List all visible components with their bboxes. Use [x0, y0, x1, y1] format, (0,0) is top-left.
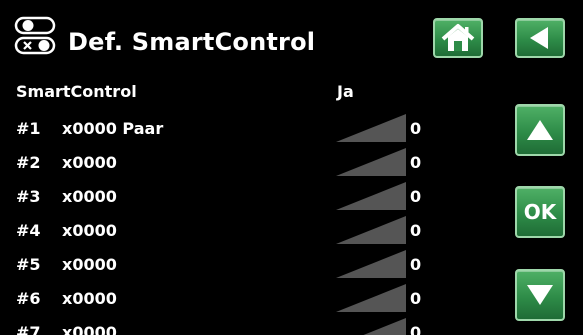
list-item[interactable]: #3 x0000 0 [0, 181, 500, 211]
down-arrow-icon [527, 285, 553, 305]
up-button[interactable] [515, 104, 565, 156]
list-item-number: #2 [16, 153, 41, 172]
home-icon [441, 24, 475, 51]
list-item-address: x0000 [62, 221, 117, 240]
list-item[interactable]: #5 x0000 0 [0, 249, 500, 279]
home-button[interactable] [433, 18, 483, 58]
list-item-address: x0000 [62, 323, 117, 335]
page-title: Def. SmartControl [68, 28, 316, 56]
list-item-number: #4 [16, 221, 41, 240]
back-arrow-icon [530, 27, 548, 49]
signal-ramp-icon [336, 114, 406, 142]
list-item[interactable]: #4 x0000 0 [0, 215, 500, 245]
screen: Def. SmartControl OK SmartControl Ja #1 x… [0, 0, 583, 335]
up-arrow-icon [527, 120, 553, 140]
signal-ramp-icon [336, 250, 406, 278]
back-button[interactable] [515, 18, 565, 58]
down-button[interactable] [515, 269, 565, 321]
list-item-address: x0000 [62, 289, 117, 308]
list-item[interactable]: #1 x0000 Paar 0 [0, 113, 500, 143]
list-item-address: x0000 Paar [62, 119, 164, 138]
list-item-value: 0 [410, 119, 422, 138]
signal-ramp-icon [336, 182, 406, 210]
list-item-address: x0000 [62, 187, 117, 206]
signal-ramp-icon [336, 284, 406, 312]
signal-ramp-icon [336, 148, 406, 176]
list-item-value: 0 [410, 187, 422, 206]
ok-button[interactable]: OK [515, 186, 565, 238]
list-item-value: 0 [410, 153, 422, 172]
list-item-address: x0000 [62, 255, 117, 274]
signal-ramp-icon [363, 318, 406, 335]
list-item-value: 0 [410, 255, 422, 274]
list-item-number: #3 [16, 187, 41, 206]
list-item-number: #1 [16, 119, 41, 138]
signal-ramp-icon [336, 216, 406, 244]
column-header-label: SmartControl [16, 82, 137, 101]
list-item-value: 0 [410, 221, 422, 240]
column-header-value: Ja [337, 82, 354, 101]
list-item-address: x0000 [62, 153, 117, 172]
list-item-value: 0 [410, 289, 422, 308]
list-item-number: #5 [16, 255, 41, 274]
list-item[interactable]: #7 x0000 0 [0, 317, 500, 335]
list-item-value: 0 [410, 323, 422, 335]
list-item[interactable]: #6 x0000 0 [0, 283, 500, 313]
list-item-number: #6 [16, 289, 41, 308]
list-item-number: #7 [16, 323, 41, 335]
toggle-switches-icon [14, 16, 56, 55]
list-item[interactable]: #2 x0000 0 [0, 147, 500, 177]
